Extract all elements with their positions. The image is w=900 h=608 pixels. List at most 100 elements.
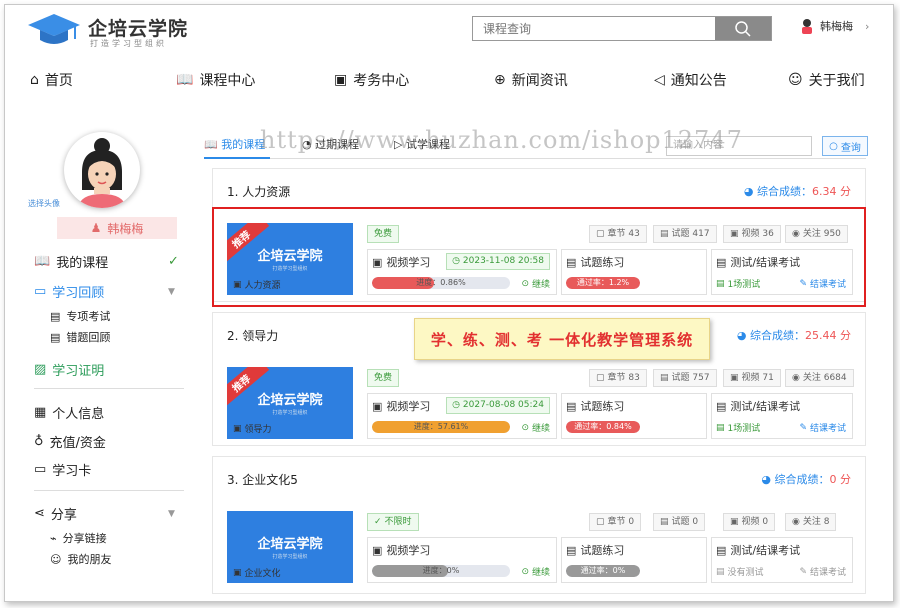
highlight-box: [212, 207, 866, 307]
globe-icon: ⊕: [494, 72, 506, 88]
eye-icon: ◉: [792, 517, 800, 527]
stat-chapters: ▢ 章节 0: [589, 513, 642, 531]
stat-videos: ▣ 视频 71: [723, 369, 781, 387]
price-tag: 免费: [367, 369, 400, 387]
share-icon: ⋖: [34, 506, 45, 521]
pie-chart-icon: ◕: [736, 329, 747, 342]
tab-my-courses[interactable]: 📖 我的课程: [204, 136, 265, 152]
document-icon: ▤: [50, 309, 61, 323]
course-thumbnail[interactable]: 企培云学院 打造学习型组织 ▣ 企业文化: [227, 511, 353, 583]
play-circle-icon: ⊙: [521, 566, 529, 577]
pass-rate-bar: 通过率：0%: [566, 565, 640, 577]
promo-banner: 学、练、测、考 一体化教学管理系统: [414, 318, 710, 360]
edit-icon: ✎: [799, 566, 807, 577]
video-study-box: ▣ 视频学习 ◷ 2027-08-08 05:24 进度：57.61% ⊙ 继续: [367, 393, 557, 439]
people-icon: ☺: [788, 72, 803, 88]
chapter-icon: ▢: [596, 373, 605, 383]
caret-down-icon: ▼: [168, 286, 175, 297]
practice-icon: ▤: [566, 399, 577, 413]
course-title[interactable]: 1. 人力资源: [227, 183, 290, 200]
final-exam-link[interactable]: ✎ 结课考试: [799, 421, 846, 435]
course-search: [472, 16, 772, 41]
video-icon: ▣: [730, 517, 739, 527]
course-title[interactable]: 2. 领导力: [227, 327, 278, 344]
user-name: 韩梅梅: [820, 20, 853, 33]
sidebar-item-wrong-questions[interactable]: ▤ 错题回顾: [50, 329, 110, 345]
search-icon: ○: [829, 140, 838, 152]
edit-icon: ✎: [799, 422, 807, 433]
course-score: ◕ 综合成绩：25.44 分: [736, 329, 851, 342]
avatar[interactable]: [64, 132, 140, 208]
course-score: ◕ 综合成绩：0 分: [761, 473, 851, 486]
clipboard-icon: ▣: [334, 72, 348, 88]
sidebar-item-certificate[interactable]: ▨ 学习证明: [34, 360, 104, 379]
exam-icon: ▤: [716, 399, 727, 413]
sidebar-item-review[interactable]: ▭ 学习回顾 ▼: [34, 282, 175, 301]
video-progress-bar: 进度：57.61%: [372, 421, 510, 433]
sidebar-item-share-link[interactable]: ⌁ 分享链接: [50, 530, 107, 546]
user-icon: ♟: [90, 221, 102, 235]
final-exam-link[interactable]: ✎ 结课考试: [799, 565, 846, 579]
practice-box[interactable]: ▤ 试题练习 通过率：0.84%: [561, 393, 707, 439]
question-icon: ▤: [660, 517, 669, 527]
sidebar-item-special-exam[interactable]: ▤ 专项考试: [50, 308, 110, 324]
caret-down-icon: ▼: [168, 508, 175, 519]
course-thumbnail-label: ▣ 领导力: [233, 423, 272, 436]
username-badge: ♟ 韩梅梅: [57, 217, 177, 239]
sidebar-item-my-courses[interactable]: 📖 我的课程 ✓: [34, 252, 179, 271]
money-bag-icon: ♁: [34, 434, 44, 449]
home-icon: ⌂: [30, 72, 39, 88]
nav-exams[interactable]: ▣ 考务中心: [334, 70, 409, 90]
megaphone-icon: ◁: [654, 72, 665, 88]
sidebar-item-profile[interactable]: ▦ 个人信息: [34, 403, 104, 422]
sidebar-item-friends[interactable]: ☺ 我的朋友: [50, 551, 111, 567]
search-input[interactable]: [473, 17, 715, 40]
certificate-icon: ▨: [34, 362, 47, 377]
check-icon: ✓: [374, 517, 382, 527]
video-icon: ▣: [372, 543, 383, 557]
active-tab-indicator: [204, 157, 270, 159]
video-icon: ▣: [233, 423, 242, 434]
select-avatar-link[interactable]: 选择头像: [28, 198, 60, 209]
video-icon: ▣: [730, 373, 739, 383]
continue-button[interactable]: ⊙ 继续: [521, 565, 550, 579]
query-button[interactable]: ○ 查询: [822, 136, 868, 156]
stat-questions: ▤ 试题 0: [653, 513, 706, 531]
continue-button[interactable]: ⊙ 继续: [521, 421, 550, 435]
nav-courses[interactable]: 📖 课程中心: [176, 70, 255, 90]
stat-followers: ◉ 关注 8: [785, 513, 837, 531]
people-icon: ☺: [50, 552, 62, 566]
nav-about[interactable]: ☺ 关于我们: [788, 70, 865, 90]
nav-notices[interactable]: ◁ 通知公告: [654, 70, 727, 90]
graduation-cap-logo-icon: [28, 14, 80, 44]
card-icon: ▭: [34, 462, 47, 477]
practice-icon: ▤: [566, 543, 577, 557]
video-progress-bar: 进度：0%: [372, 565, 510, 577]
brand-name[interactable]: 企培云学院: [88, 14, 188, 41]
book-icon: 📖: [34, 254, 51, 269]
pie-chart-icon: ◕: [761, 473, 771, 486]
search-button[interactable]: [715, 17, 771, 40]
pass-rate-bar: 通过率：0.84%: [566, 421, 640, 433]
sidebar-item-share[interactable]: ⋖ 分享 ▼: [34, 504, 175, 523]
test-count[interactable]: ▤ 1场测试: [716, 421, 760, 435]
test-count[interactable]: ▤ 没有测试: [716, 565, 764, 579]
question-icon: ▤: [660, 373, 669, 383]
brand-slogan: 打造学习型组织: [90, 39, 167, 48]
course-title[interactable]: 3. 企业文化5: [227, 471, 298, 488]
practice-box[interactable]: ▤ 试题练习 通过率：0%: [561, 537, 707, 583]
stat-videos: ▣ 视频 0: [723, 513, 776, 531]
nav-news[interactable]: ⊕ 新闻资讯: [494, 70, 568, 90]
stat-questions: ▤ 试题 757: [653, 369, 717, 387]
user-menu[interactable]: 韩梅梅 ›: [800, 18, 869, 34]
course-score: ◕ 综合成绩：6.34 分: [743, 185, 851, 198]
divider: [34, 388, 184, 389]
main-nav: ⌂ 首页 📖 课程中心 ▣ 考务中心 ⊕ 新闻资讯 ◁ 通知公告 ☺ 关于我们: [0, 64, 900, 94]
course-thumbnail[interactable]: 企培云学院 打造学习型组织 ▣ 领导力 推荐: [227, 367, 353, 439]
video-study-box: ▣ 视频学习 进度：0% ⊙ 继续: [367, 537, 557, 583]
sidebar-item-study-card[interactable]: ▭ 学习卡: [34, 460, 91, 479]
watermark: https://www.huzhan.com/ishop12747: [260, 126, 743, 154]
play-circle-icon: ⊙: [521, 422, 529, 433]
sidebar-item-recharge[interactable]: ♁ 充值/资金: [34, 432, 106, 451]
nav-home[interactable]: ⌂ 首页: [30, 70, 73, 90]
